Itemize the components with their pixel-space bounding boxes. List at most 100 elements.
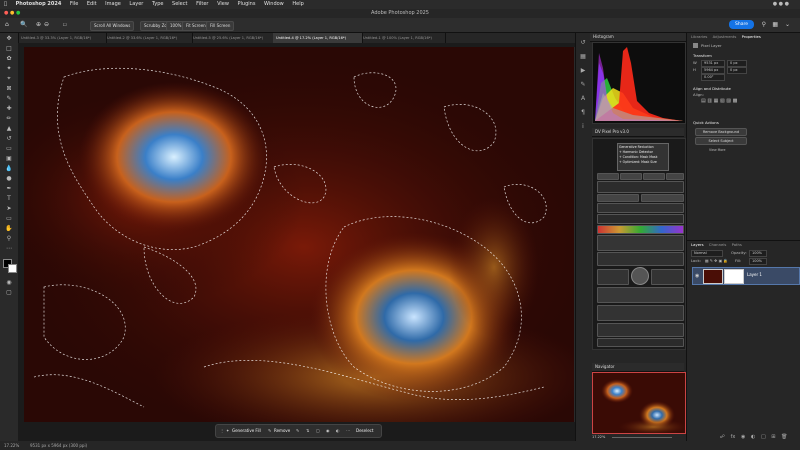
minimize-window-icon[interactable]: ● [10,9,14,18]
fx-icon[interactable]: fx [731,434,736,440]
clone-stamp-icon[interactable]: ▲ [4,125,14,133]
dv-footer[interactable] [597,338,684,347]
dodge-tool-icon[interactable]: ● [4,175,14,183]
drag-handle-icon[interactable]: ⋮ [220,425,224,437]
navigator-panel[interactable] [592,372,688,435]
menu-edit[interactable]: Edit [87,1,97,7]
fill-field[interactable]: 100% [749,258,767,265]
transform-selection-icon[interactable]: ▢ [316,425,320,437]
dv-row[interactable] [597,203,684,213]
dv-button-grid[interactable] [597,323,684,337]
history-brush-icon[interactable]: ↺ [4,135,14,143]
doc-tab-4[interactable]: Untitled-4 @ 17.2% (Layer 1, RGB/16*) [273,33,363,43]
navigator-zoom-slider[interactable] [612,437,672,438]
width-field[interactable]: 9531 px [701,60,725,67]
fill-selection-icon[interactable]: ◐ [336,425,340,437]
hand-tool-icon[interactable]: ✋ [4,225,14,233]
more-tools-icon[interactable]: ⋯ [4,245,14,253]
navigator-zoom-value[interactable]: 17.22% [592,435,605,439]
history-icon[interactable]: ↺ [579,39,587,47]
generative-fill-button[interactable]: Generative Fill [232,425,261,437]
gradient-tool-icon[interactable]: ▣ [4,155,14,163]
dv-button-grid[interactable] [597,252,684,266]
menu-file[interactable]: File [70,1,78,7]
angle-field[interactable]: 0.00° [701,74,725,81]
apple-icon[interactable]:  [4,1,7,7]
menu-help[interactable]: Help [292,1,303,7]
remove-background-button[interactable]: Remove Background [695,128,747,136]
zoom-level[interactable]: 17.22% [4,441,19,450]
adjustment-layer-icon[interactable]: ◐ [751,434,755,440]
document-info[interactable]: 9531 px x 5964 px (300 ppi) [30,441,87,450]
menu-app[interactable]: Photoshop 2024 [16,1,62,7]
zoom-window-icon[interactable]: ● [16,9,20,18]
view-more-link[interactable]: View More [709,148,725,152]
zoom-out-icon[interactable]: ⊖ [44,18,49,32]
menu-layer[interactable]: Layer [129,1,143,7]
eraser-tool-icon[interactable]: ▭ [4,145,14,153]
mask-icon[interactable]: ◉ [326,425,330,437]
modify-selection-icon[interactable]: ✎ [296,425,299,437]
home-icon[interactable]: ⌂ [5,18,9,32]
screen-mode-icon[interactable]: ▢ [4,289,14,297]
opacity-field[interactable]: 100% [749,250,767,257]
blend-mode-select[interactable]: Normal [691,250,723,257]
character-icon[interactable]: A [579,95,587,103]
menu-type[interactable]: Type [152,1,163,7]
doc-tab-3[interactable]: Untitled-5 @ 25.6% (Layer 1, RGB/16*) [190,33,276,43]
menu-plugins[interactable]: Plugins [238,1,256,7]
visibility-eye-icon[interactable]: ◉ [695,273,699,279]
remove-button[interactable]: Remove [274,425,290,437]
menu-view[interactable]: View [217,1,229,7]
align-buttons[interactable]: ▤ ▥ ▦ ▧ ▨ ▩ [701,98,737,104]
dv-button-grid[interactable] [597,287,684,303]
shape-tool-icon[interactable]: ▭ [4,215,14,223]
brush-tool-icon[interactable]: ✏ [4,115,14,123]
share-button[interactable]: Share [729,20,754,29]
new-layer-icon[interactable]: ⊞ [771,434,775,440]
background-color-swatch[interactable] [8,264,17,273]
frame-tool-icon[interactable]: ⊠ [4,85,14,93]
doc-tab-2[interactable]: Untitled-2 @ 33.6% (Layer 1, RGB/16*) [104,33,193,43]
resize-windows-checkbox[interactable]: ☐ [60,21,70,29]
scroll-all-windows-checkbox[interactable]: Scroll All Windows [90,21,135,31]
lasso-tool-icon[interactable]: ✿ [4,55,14,63]
link-layers-icon[interactable]: ☍ [720,434,725,440]
zoom-in-icon[interactable]: ⊕ [36,18,41,32]
fill-screen-button[interactable]: Fill Screen [206,21,235,31]
more-options-icon[interactable]: ⋯ [346,425,350,437]
paragraph-icon[interactable]: ¶ [579,109,587,117]
menu-image[interactable]: Image [105,1,121,7]
move-tool-icon[interactable]: ✥ [4,35,14,43]
dv-button-grid[interactable] [597,305,684,321]
menu-select[interactable]: Select [172,1,187,7]
lock-icons[interactable]: ▦ ✎ ✥ ▣ 🔒 [705,258,728,263]
info-icon[interactable]: i [579,123,587,131]
dv-button[interactable] [643,173,665,180]
chevron-down-icon[interactable]: ⌄ [785,18,790,32]
tab-adjustments[interactable]: Adjustments [713,34,737,39]
dv-slider-group[interactable] [597,181,684,193]
marquee-tool-icon[interactable]: □ [4,45,14,53]
tab-libraries[interactable]: Libraries [691,34,707,39]
pen-tool-icon[interactable]: ✒ [4,185,14,193]
actions-icon[interactable]: ▶ [579,67,587,75]
eyedropper-icon[interactable]: ✎ [4,95,14,103]
y-field[interactable]: 0 px [727,67,747,74]
tab-properties[interactable]: Properties [742,34,761,39]
nebula-image-canvas[interactable] [24,47,574,422]
close-window-icon[interactable]: ● [4,9,8,18]
brushes-icon[interactable]: ✎ [579,81,587,89]
dv-button[interactable] [641,194,684,202]
swatches-icon[interactable]: ▦ [579,53,587,61]
dv-button[interactable] [597,173,619,180]
magic-wand-icon[interactable]: ✦ [4,65,14,73]
tab-layers[interactable]: Layers [691,242,704,247]
new-group-icon[interactable]: □ [761,434,766,440]
menu-filter[interactable]: Filter [196,1,208,7]
healing-brush-icon[interactable]: ✚ [4,105,14,113]
dv-button-grid[interactable] [597,269,629,285]
tab-channels[interactable]: Channels [709,242,727,247]
deselect-button[interactable]: Deselect [356,425,373,437]
dv-number-row[interactable] [597,214,684,224]
